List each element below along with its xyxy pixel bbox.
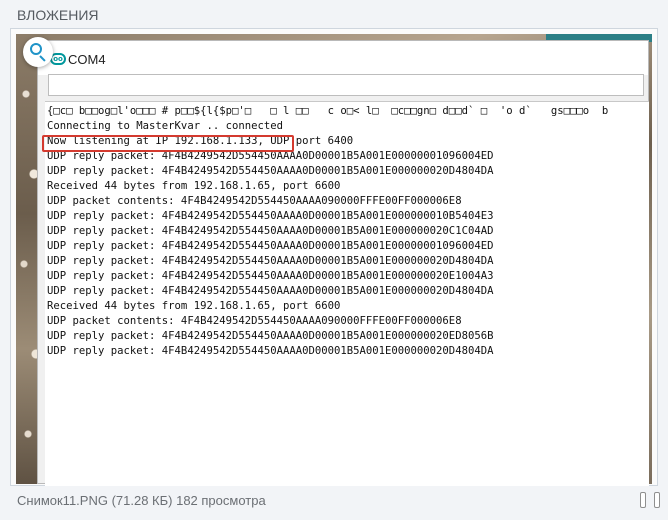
serial-output: {□c□ b□□og□l'o□□□ # p□□${l{$p□'□ □ l □□ …	[45, 101, 649, 486]
attachments-title: ВЛОЖЕНИЯ	[17, 7, 99, 23]
attachment-caption: Снимок11.PNG (71.28 КБ) 182 просмотра	[17, 493, 266, 508]
console-line: UDP reply packet: 4F4B4249542D554450AAAA…	[47, 330, 494, 342]
console-line: Connecting to MasterKvar .. connected	[47, 120, 283, 132]
console-line: {□c□ b□□og□l'o□□□ # p□□${l{$p□'□ □ l □□ …	[47, 105, 609, 117]
console-line: UDP packet contents: 4F4B4249542D554450A…	[47, 195, 462, 207]
ip-highlight-box	[42, 135, 294, 152]
console-line: UDP reply packet: 4F4B4249542D554450AAAA…	[47, 285, 494, 297]
console-line: Received 44 bytes from 192.168.1.65, por…	[47, 300, 341, 312]
console-line: UDP reply packet: 4F4B4249542D554450AAAA…	[47, 225, 494, 237]
scrollbar-thumb-right[interactable]	[654, 492, 660, 508]
magnifier-handle	[39, 55, 46, 62]
window-titlebar: oo COM4	[38, 41, 648, 75]
scrollbar-thumb-left[interactable]	[640, 492, 646, 508]
console-line: UDP reply packet: 4F4B4249542D554450AAAA…	[47, 210, 494, 222]
magnifier-icon	[30, 43, 42, 55]
console-line: UDP reply packet: 4F4B4249542D554450AAAA…	[47, 165, 494, 177]
console-line: UDP reply packet: 4F4B4249542D554450AAAA…	[47, 345, 494, 357]
console-line: UDP reply packet: 4F4B4249542D554450AAAA…	[47, 240, 494, 252]
console-line: UDP reply packet: 4F4B4249542D554450AAAA…	[47, 255, 494, 267]
console-line: UDP packet contents: 4F4B4249542D554450A…	[47, 315, 462, 327]
zoom-button[interactable]	[23, 37, 53, 67]
serial-send-input[interactable]	[48, 74, 644, 96]
window-title: COM4	[68, 52, 106, 67]
console-line: Received 44 bytes from 192.168.1.65, por…	[47, 180, 341, 192]
attachments-header: ВЛОЖЕНИЯ	[0, 0, 668, 30]
console-line: UDP reply packet: 4F4B4249542D554450AAAA…	[47, 270, 494, 282]
serial-monitor-window: oo COM4 {□c□ b□□og□l'o□□□ # p□□${l{$p□'□…	[37, 40, 649, 486]
